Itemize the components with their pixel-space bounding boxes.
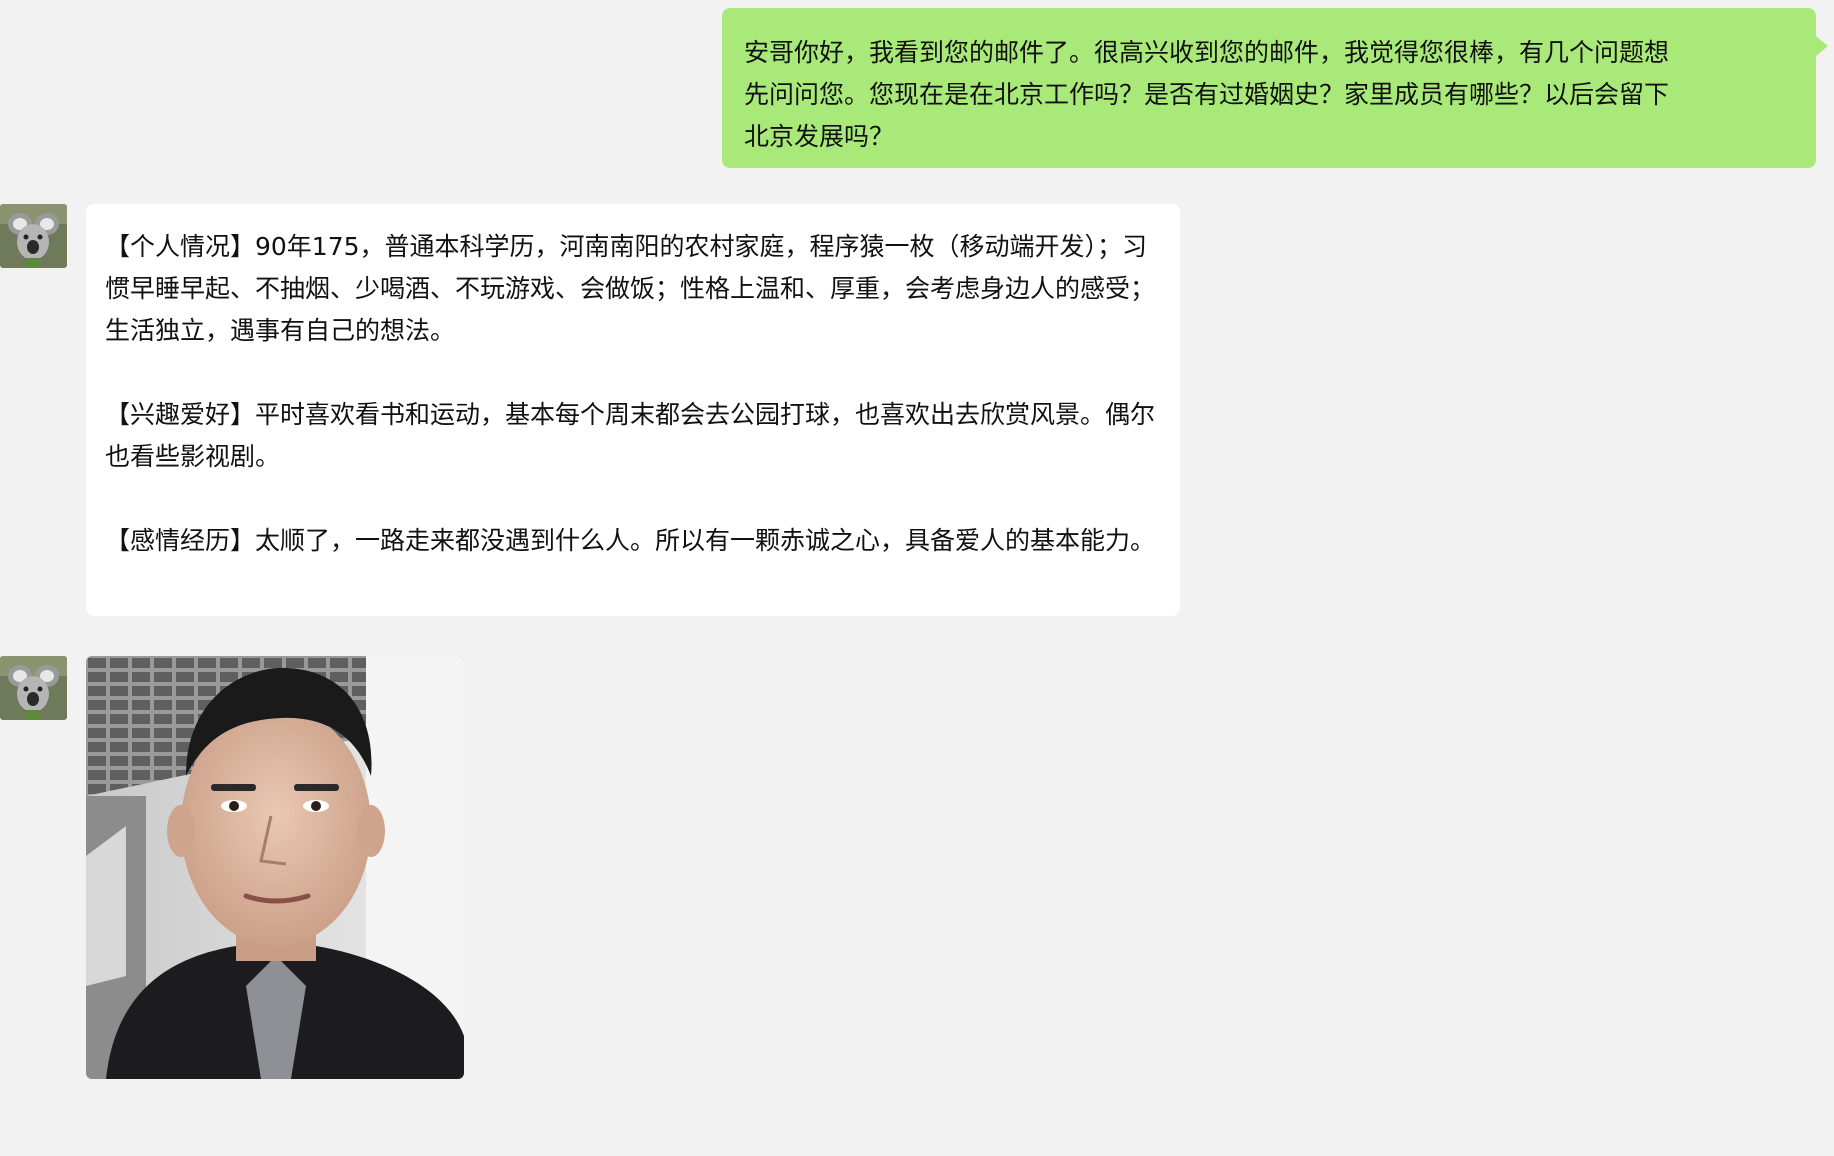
photo-message[interactable] (86, 656, 464, 1079)
message-paragraph: 【感情经历】太顺了，一路走来都没遇到什么人。所以有一颗赤诚之心，具备爱人的基本能… (105, 526, 1156, 555)
koala-avatar-icon[interactable] (0, 204, 67, 268)
message-paragraph: 【个人情况】90年175，普通本科学历，河南南阳的农村家庭，程序猿一枚（移动端开… (105, 232, 1156, 345)
message-paragraph: 【兴趣爱好】平时喜欢看书和运动，基本每个周末都会去公园打球，也喜欢出去欣赏风景。… (105, 400, 1156, 471)
incoming-message-bubble[interactable]: 【个人情况】90年175，普通本科学历，河南南阳的农村家庭，程序猿一枚（移动端开… (86, 204, 1180, 616)
outgoing-message-bubble[interactable]: 安哥你好，我看到您的邮件了。很高兴收到您的邮件，我觉得您很棒，有几个问题想 先问… (722, 8, 1828, 168)
koala-avatar-icon[interactable] (0, 656, 67, 720)
